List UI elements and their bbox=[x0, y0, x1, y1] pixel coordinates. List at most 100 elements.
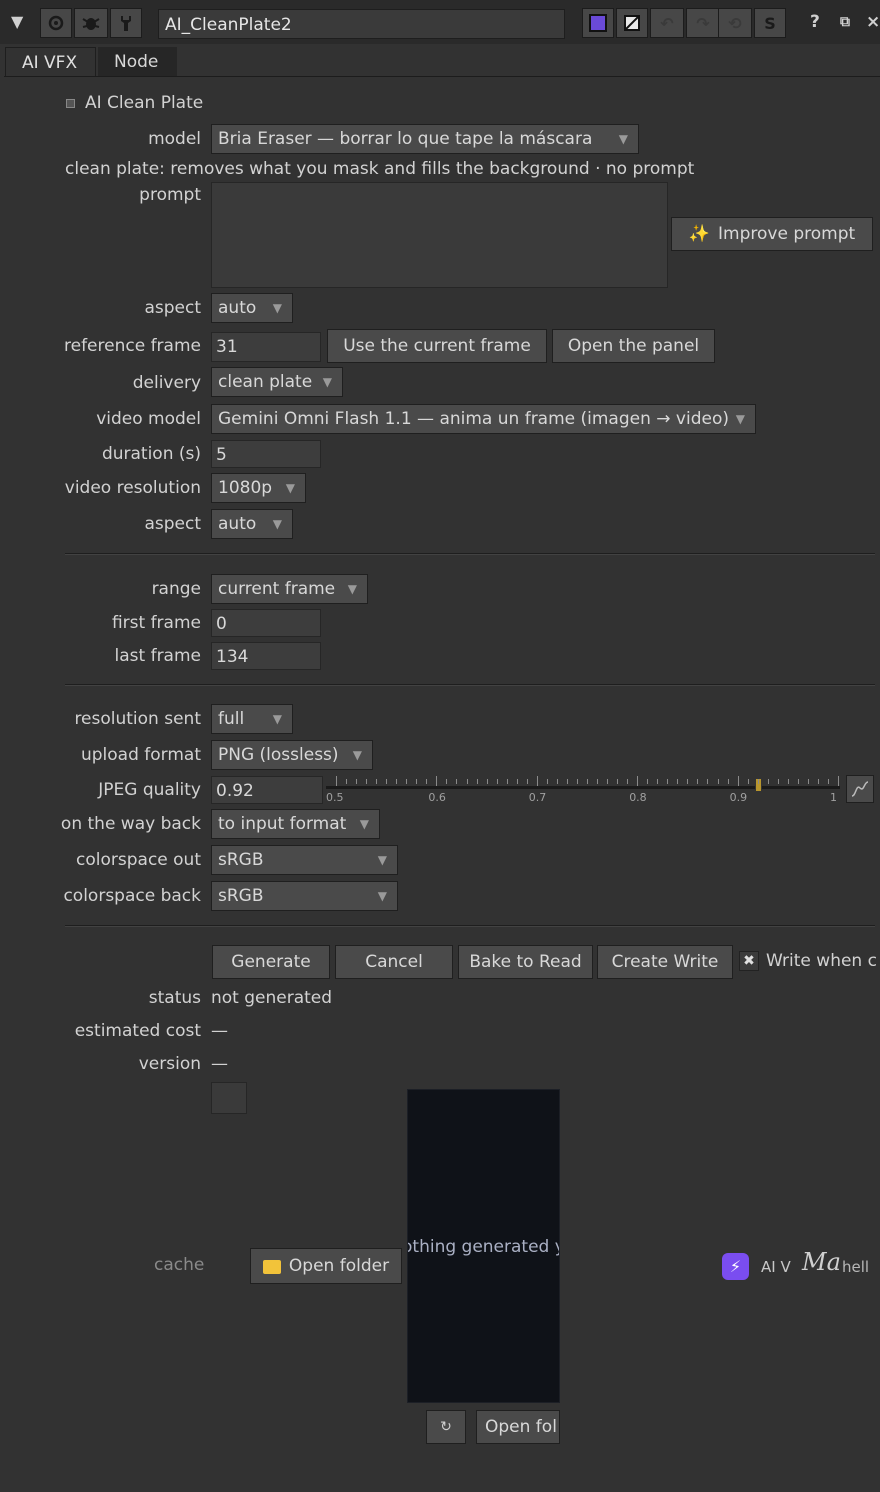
node-name-input[interactable]: AI_CleanPlate2 bbox=[158, 9, 565, 39]
node-toolbar: ▼ AI_CleanPlate2 ↶ ↷ ⟲ S ? ⧉ × bbox=[0, 0, 880, 44]
slider-tick bbox=[797, 779, 799, 784]
bug-icon[interactable] bbox=[74, 8, 108, 38]
video-resolution-dropdown[interactable]: 1080p ▼ bbox=[211, 473, 306, 503]
open-folder-button[interactable]: Open folder bbox=[250, 1248, 402, 1284]
slider-tick bbox=[757, 779, 759, 784]
version-label: version bbox=[138, 1054, 201, 1074]
slider-tick bbox=[536, 776, 538, 786]
write-when-checkbox[interactable]: ✖ bbox=[739, 951, 759, 971]
resolution-sent-dropdown[interactable]: full ▼ bbox=[211, 704, 293, 734]
slider-tick bbox=[576, 779, 578, 784]
cancel-button[interactable]: Cancel bbox=[335, 945, 453, 979]
s-button[interactable]: S bbox=[754, 8, 786, 38]
status-label: status bbox=[148, 988, 201, 1008]
tab-node[interactable]: Node bbox=[98, 47, 177, 77]
model-label: model bbox=[148, 129, 201, 149]
slider-tick bbox=[827, 779, 829, 784]
slider-tick bbox=[346, 779, 348, 784]
duration-input[interactable]: 5 bbox=[211, 440, 321, 468]
slider-tick bbox=[587, 779, 588, 784]
improve-prompt-label: Improve prompt bbox=[718, 224, 856, 244]
improve-prompt-button[interactable]: ✨ Improve prompt bbox=[671, 217, 873, 251]
estimated-cost-value: — bbox=[211, 1021, 228, 1041]
use-current-frame-button[interactable]: Use the current frame bbox=[327, 329, 547, 363]
last-frame-input[interactable]: 134 bbox=[211, 642, 321, 670]
reference-frame-label: reference frame bbox=[64, 336, 201, 356]
open-panel-button[interactable]: Open the panel bbox=[552, 329, 715, 363]
upload-format-dropdown[interactable]: PNG (lossless) ▼ bbox=[211, 740, 373, 770]
slider-tick-label: 0.7 bbox=[528, 791, 547, 804]
slider-tick-label: 0.9 bbox=[729, 791, 748, 804]
open-folder-label: Open folder bbox=[288, 1256, 390, 1276]
aspect2-dropdown[interactable]: auto ▼ bbox=[211, 509, 293, 539]
colorspace-back-dropdown[interactable]: sRGB ▼ bbox=[211, 881, 398, 911]
chevron-down-icon: ▼ bbox=[377, 889, 387, 903]
video-model-dropdown[interactable]: Gemini Omni Flash 1.1 — anima un frame (… bbox=[211, 404, 756, 434]
colorspace-out-dropdown[interactable]: sRGB ▼ bbox=[211, 845, 398, 875]
tab-ai-vfx[interactable]: AI VFX bbox=[5, 47, 96, 77]
jpeg-quality-label: JPEG quality bbox=[98, 780, 201, 800]
node-color-swatch-icon[interactable] bbox=[582, 8, 614, 38]
slider-tick bbox=[838, 776, 839, 786]
version-swatch[interactable] bbox=[211, 1082, 247, 1114]
range-dropdown[interactable]: current frame ▼ bbox=[211, 574, 368, 604]
version-value: — bbox=[211, 1054, 228, 1074]
slider-tick-label: 0.5 bbox=[326, 791, 344, 804]
slider-tick bbox=[687, 779, 689, 784]
preview-open-folder-button[interactable]: Open fol bbox=[476, 1410, 560, 1444]
reference-frame-input[interactable]: 31 bbox=[211, 332, 321, 362]
gl-color-icon[interactable] bbox=[616, 8, 648, 38]
purple-swatch bbox=[589, 14, 607, 32]
slider-tick bbox=[747, 779, 749, 784]
close-icon[interactable]: × bbox=[866, 12, 880, 32]
way-back-dropdown[interactable]: to input format ▼ bbox=[211, 809, 380, 839]
chevron-down-icon: ▼ bbox=[359, 817, 369, 831]
undo-icon[interactable]: ↶ bbox=[650, 8, 684, 38]
prompt-textarea[interactable] bbox=[211, 182, 668, 288]
video-model-label: video model bbox=[96, 409, 201, 429]
video-resolution-value: 1080p bbox=[218, 478, 273, 498]
jpeg-quality-slider[interactable] bbox=[326, 772, 840, 802]
slider-tick bbox=[807, 779, 809, 784]
model-dropdown[interactable]: Bria Eraser — borrar lo que tape la másc… bbox=[211, 124, 639, 154]
node-color-icon[interactable] bbox=[40, 8, 72, 38]
colorspace-out-value: sRGB bbox=[218, 850, 264, 870]
slider-tick bbox=[597, 779, 599, 784]
section-collapse-icon[interactable] bbox=[66, 99, 75, 108]
chevron-down-icon: ▼ bbox=[618, 132, 628, 146]
help-icon[interactable]: ? bbox=[810, 12, 820, 32]
generate-button[interactable]: Generate bbox=[212, 945, 330, 979]
jpeg-quality-input[interactable]: 0.92 bbox=[211, 776, 323, 804]
collapse-arrow-icon[interactable]: ▼ bbox=[11, 12, 23, 31]
slider-tick bbox=[627, 779, 629, 784]
chevron-down-icon: ▼ bbox=[347, 582, 357, 596]
aspect2-value: auto bbox=[218, 514, 257, 534]
slider-tick bbox=[516, 779, 518, 784]
slider-tick bbox=[707, 779, 709, 784]
slider-track bbox=[326, 786, 840, 789]
float-window-icon[interactable]: ⧉ bbox=[840, 14, 850, 30]
wrench-icon[interactable] bbox=[110, 8, 142, 38]
range-value: current frame bbox=[218, 579, 336, 599]
slider-tick bbox=[787, 779, 789, 784]
video-model-value: Gemini Omni Flash 1.1 — anima un frame (… bbox=[218, 409, 729, 429]
delivery-dropdown[interactable]: clean plate ▼ bbox=[211, 367, 343, 397]
colorspace-out-label: colorspace out bbox=[76, 850, 201, 870]
slider-tick bbox=[737, 776, 739, 786]
sparkle-icon: ✨ bbox=[688, 224, 711, 244]
aspect-dropdown[interactable]: auto ▼ bbox=[211, 293, 293, 323]
slider-tick bbox=[767, 779, 769, 784]
create-write-button[interactable]: Create Write bbox=[597, 945, 733, 979]
first-frame-input[interactable]: 0 bbox=[211, 609, 321, 637]
slider-tick bbox=[506, 779, 508, 784]
slider-tick bbox=[426, 779, 428, 784]
bake-to-read-button[interactable]: Bake to Read bbox=[458, 945, 593, 979]
model-info-text: clean plate: removes what you mask and f… bbox=[65, 159, 695, 179]
animation-curve-icon[interactable] bbox=[846, 775, 874, 803]
wrench-shape-icon bbox=[121, 16, 131, 31]
aspect-value: auto bbox=[218, 298, 257, 318]
revert-icon[interactable]: ⟲ bbox=[718, 8, 752, 38]
brand-ai-label: AI V bbox=[761, 1258, 791, 1276]
redo-icon[interactable]: ↷ bbox=[686, 8, 720, 38]
refresh-button[interactable]: ↻ bbox=[426, 1410, 466, 1444]
